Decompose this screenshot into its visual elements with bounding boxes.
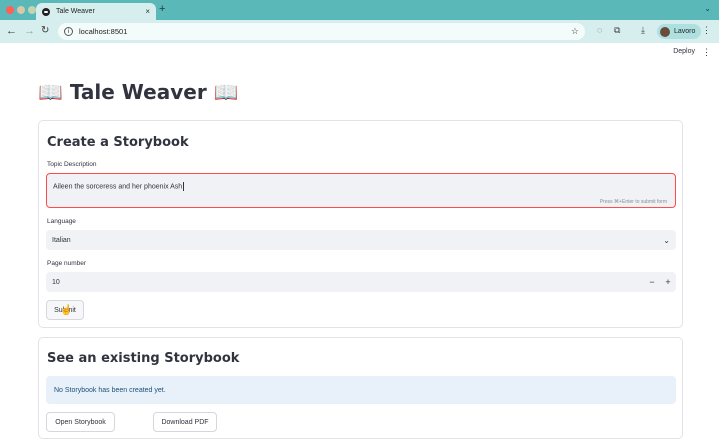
submit-hint: Press ⌘+Enter to submit form bbox=[599, 199, 667, 205]
language-value: Italian bbox=[52, 236, 71, 244]
sync-icon[interactable]: ◌ bbox=[597, 25, 602, 35]
browser-tab[interactable]: Tale Weaver × bbox=[36, 3, 156, 20]
existing-storybook-section: See an existing Storybook No Storybook h… bbox=[38, 337, 683, 439]
page-number-value[interactable]: 10 bbox=[52, 279, 644, 286]
bookmark-star-icon[interactable]: ☆ bbox=[571, 26, 579, 37]
language-label: Language bbox=[47, 218, 76, 225]
open-storybook-button[interactable]: Open Storybook bbox=[46, 412, 115, 432]
create-section-heading: Create a Storybook bbox=[47, 135, 189, 150]
app-menu-icon[interactable]: ⋮ bbox=[702, 47, 711, 58]
chevron-down-icon: ⌄ bbox=[663, 235, 670, 245]
existing-section-heading: See an existing Storybook bbox=[47, 351, 240, 366]
create-storybook-form: Create a Storybook Topic Description Ail… bbox=[38, 120, 683, 328]
tab-search-chevron-icon[interactable]: ⌄ bbox=[704, 4, 711, 13]
info-alert: No Storybook has been created yet. bbox=[46, 376, 676, 404]
streamlit-favicon-icon bbox=[42, 7, 50, 16]
browser-menu-icon[interactable]: ⋮ bbox=[702, 25, 711, 36]
increment-button[interactable]: + bbox=[660, 277, 676, 287]
deploy-button[interactable]: Deploy bbox=[673, 48, 695, 55]
topic-label: Topic Description bbox=[47, 161, 97, 168]
minimize-window-button[interactable] bbox=[17, 6, 25, 14]
back-arrow-icon[interactable]: ← bbox=[6, 24, 17, 38]
site-info-icon[interactable]: i bbox=[64, 27, 73, 36]
page-number-input[interactable]: 10 − + bbox=[46, 272, 676, 292]
new-tab-button[interactable]: + bbox=[159, 3, 165, 15]
maximize-window-button[interactable] bbox=[28, 6, 36, 14]
profile-name: Lavoro bbox=[674, 28, 696, 35]
language-select[interactable]: Italian ⌄ bbox=[46, 230, 676, 250]
tab-close-icon[interactable]: × bbox=[145, 7, 150, 16]
app-header: Deploy ⋮ bbox=[0, 43, 719, 63]
page-title: 📖 Tale Weaver 📖 bbox=[38, 80, 239, 104]
url-text[interactable]: localhost:8501 bbox=[79, 27, 571, 36]
close-window-button[interactable] bbox=[6, 6, 14, 14]
browser-tab-strip: Tale Weaver × + ⌄ bbox=[0, 0, 719, 20]
page-number-label: Page number bbox=[47, 260, 87, 267]
browser-toolbar: ← → ↻ i localhost:8501 ☆ ◌ ⧉ ⤓ Lavoro ⋮ bbox=[0, 20, 719, 43]
profile-chip[interactable]: Lavoro bbox=[657, 24, 701, 39]
text-caret bbox=[183, 182, 185, 191]
download-icon[interactable]: ⤓ bbox=[641, 25, 645, 36]
forward-arrow-icon[interactable]: → bbox=[24, 24, 35, 38]
topic-textarea[interactable]: Aileen the sorceress and her phoenix Ash… bbox=[46, 173, 676, 208]
reload-icon[interactable]: ↻ bbox=[41, 24, 49, 38]
address-bar[interactable]: i localhost:8501 ☆ bbox=[58, 23, 585, 40]
extensions-puzzle-icon[interactable]: ⧉ bbox=[614, 25, 620, 36]
submit-button[interactable]: Submit bbox=[46, 300, 84, 320]
avatar bbox=[660, 26, 670, 37]
tab-title: Tale Weaver bbox=[56, 8, 95, 15]
download-pdf-button[interactable]: Download PDF bbox=[153, 412, 217, 432]
topic-value: Aileen the sorceress and her phoenix Ash bbox=[53, 183, 183, 191]
decrement-button[interactable]: − bbox=[644, 277, 660, 287]
